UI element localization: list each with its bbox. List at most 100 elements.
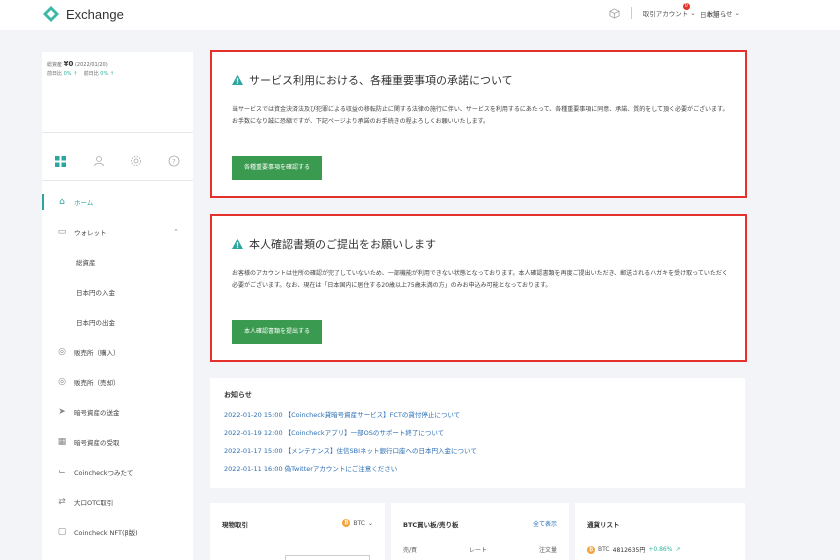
sidebar-item-buy[interactable]: ◎ 販売所（購入）	[42, 337, 193, 367]
sidebar-nav: ⌂ ホーム ▭ ウォレット ⌃ 総資産 日本円の入金 日本円の出金 ◎ 販売所（…	[42, 187, 193, 547]
sidebar-item-tsumitate[interactable]: ⌙ Coincheckつみたて	[42, 457, 193, 487]
notice-title: サービス利用における、各種重要事項の承諾について	[232, 72, 513, 88]
sidebar-item-jpy-withdraw[interactable]: 日本円の出金	[42, 307, 193, 337]
user-icon[interactable]	[92, 154, 106, 168]
coin-selector[interactable]: ₿ BTC ⌄	[342, 519, 373, 527]
currency-list-panel: 通貨リスト ₿ BTC 4812635円 +0.86% ↗	[575, 503, 745, 560]
language-label: 日本語	[700, 11, 720, 19]
header-separator	[630, 7, 632, 19]
currency-change: +0.86%	[648, 546, 673, 553]
sidebar-item-home[interactable]: ⌂ ホーム	[42, 187, 193, 217]
col-rate: レート	[469, 547, 488, 554]
col-side: 売/買	[403, 547, 418, 554]
notice-title-text: サービス利用における、各種重要事項の承諾について	[249, 74, 513, 87]
sidebar-item-label: 大口OTC取引	[74, 499, 114, 507]
amount-input[interactable]	[285, 555, 370, 560]
panel-title: 通貨リスト	[587, 521, 620, 529]
notification-badge: 0	[682, 3, 690, 10]
notice-body: お客様のアカウントは住所の確認が完了していないため、一部機能が利用できない状態と…	[232, 270, 728, 289]
col-qty: 注文量	[538, 547, 557, 554]
news-link[interactable]: 2022-01-20 15:00 【Coincheck貸暗号資産サービス】FCT…	[224, 406, 731, 424]
warning-icon	[232, 239, 243, 249]
btc-icon: ₿	[587, 545, 595, 554]
currency-symbol: BTC	[598, 546, 610, 553]
chevron-down-icon: ⌄	[734, 9, 740, 17]
divider	[42, 132, 193, 133]
change-month-value: 0% ↑	[100, 71, 115, 77]
sidebar-item-label: 日本円の出金	[76, 319, 115, 327]
sidebar-item-label: Coincheck NFT(β版)	[74, 529, 138, 537]
warning-icon	[232, 75, 243, 85]
grid-icon[interactable]	[54, 154, 68, 168]
notice-title-text: 本人確認書類のご提出をお願いします	[249, 238, 436, 251]
orderbook-panel: BTC買い板/売り板 全て表示 売/買 レート 注文量	[391, 503, 569, 560]
news-link[interactable]: 2022-01-11 16:00 偽Twitterアカウントにご注意ください	[224, 460, 731, 478]
sidebar: 総資産 ¥0 (2022/01/20) 前日比 0% ↑ 前日比 0% ↑ ? …	[42, 52, 193, 560]
panel-title: BTC買い板/売り板	[403, 521, 459, 529]
sidebar-item-send[interactable]: ➤ 暗号資産の送金	[42, 397, 193, 427]
chevron-down-icon: ⌄	[721, 11, 728, 19]
news-link[interactable]: 2022-01-17 15:00 【メンテナンス】住信SBIネット銀行口座への日…	[224, 442, 731, 460]
top-header: Exchange 取引アカウント 0 ⌄ お知らせ ⌄ 日本語 ⌄	[0, 0, 840, 30]
gear-icon[interactable]	[129, 154, 143, 168]
balance-summary: 総資産 ¥0 (2022/01/20) 前日比 0% ↑ 前日比 0% ↑	[47, 60, 114, 79]
svg-text:?: ?	[172, 157, 175, 165]
chevron-down-icon: ⌄	[367, 519, 373, 527]
balance-value: ¥0	[63, 60, 74, 68]
sidebar-tabs: ?	[42, 148, 193, 174]
change-day-value: 0% ↑	[63, 71, 78, 77]
trend-up-icon: ↗	[675, 546, 681, 553]
balance-date: (2022/01/20)	[74, 62, 108, 68]
sidebar-item-nft[interactable]: ▢ Coincheck NFT(β版)	[42, 517, 193, 547]
currency-price: 4812635円	[612, 547, 646, 554]
qr-icon: ▦	[57, 437, 67, 447]
spot-trade-panel: 現物取引 ₿ BTC ⌄	[210, 503, 385, 560]
sidebar-item-sell[interactable]: ◎ 販売所（売却）	[42, 367, 193, 397]
news-link[interactable]: 2022-01-19 12:00 【Coincheckアプリ】一部OSのサポート…	[224, 424, 731, 442]
send-icon: ➤	[58, 407, 66, 417]
notice-title: 本人確認書類のご提出をお願いします	[232, 236, 436, 252]
divider	[42, 180, 193, 181]
balance-label: 総資産	[47, 62, 63, 68]
news-panel: お知らせ 2022-01-20 15:00 【Coincheck貸暗号資産サービ…	[210, 378, 745, 488]
orderbook-header: 売/買 レート 注文量	[403, 545, 557, 554]
account-menu[interactable]: 取引アカウント 0 ⌄	[643, 3, 696, 18]
notice-card-identity: 本人確認書類のご提出をお願いします お客様のアカウントは住所の確認が完了していな…	[210, 214, 747, 362]
btc-icon: ₿	[342, 519, 351, 527]
confirm-terms-button[interactable]: 各種重要事項を確認する	[232, 156, 323, 180]
sidebar-item-wallet[interactable]: ▭ ウォレット ⌃	[42, 217, 193, 247]
home-icon: ⌂	[59, 197, 65, 207]
wallet-icon: ▭	[57, 227, 67, 237]
change-month-label: 前日比	[83, 71, 99, 77]
language-menu[interactable]: 日本語 ⌄	[700, 9, 727, 19]
logo-icon	[43, 6, 59, 22]
submit-identity-button[interactable]: 本人確認書類を提出する	[232, 320, 323, 344]
logo-text: Exchange	[66, 6, 124, 22]
chevron-down-icon: ⌄	[690, 9, 696, 17]
sidebar-item-label: 総資産	[76, 259, 96, 267]
sidebar-item-label: ホーム	[74, 199, 94, 207]
sidebar-item-otc[interactable]: ⇄ 大口OTC取引	[42, 487, 193, 517]
chevron-up-icon: ⌃	[173, 228, 179, 236]
sidebar-item-label: ウォレット	[74, 229, 107, 237]
help-icon[interactable]: ?	[167, 154, 181, 168]
cube-icon[interactable]	[609, 8, 620, 19]
sidebar-item-label: 日本円の入金	[76, 289, 115, 297]
coin-label: BTC	[353, 519, 365, 527]
sidebar-item-total-assets[interactable]: 総資産	[42, 247, 193, 277]
otc-icon: ⇄	[58, 497, 66, 507]
nft-icon: ▢	[57, 527, 67, 537]
notice-card-terms: サービス利用における、各種重要事項の承諾について 当サービスでは資金決済法及び犯…	[210, 50, 747, 198]
currency-row[interactable]: ₿ BTC 4812635円 +0.86% ↗	[587, 545, 680, 554]
sidebar-item-receive[interactable]: ▦ 暗号資産の受取	[42, 427, 193, 457]
sidebar-item-label: 販売所（購入）	[74, 349, 120, 357]
change-day-label: 前日比	[47, 71, 63, 77]
logo[interactable]: Exchange	[42, 5, 124, 23]
sidebar-item-label: 販売所（売却）	[74, 379, 120, 387]
sidebar-item-jpy-deposit[interactable]: 日本円の入金	[42, 277, 193, 307]
panel-title: 現物取引	[222, 521, 248, 529]
sidebar-item-label: Coincheckつみたて	[74, 469, 134, 477]
notice-body: 当サービスでは資金決済法及び犯罪による収益の移転防止に関する法律の施行に伴い、サ…	[232, 106, 729, 125]
buy-icon: ◎	[58, 347, 66, 357]
show-all-link[interactable]: 全て表示	[533, 519, 557, 528]
